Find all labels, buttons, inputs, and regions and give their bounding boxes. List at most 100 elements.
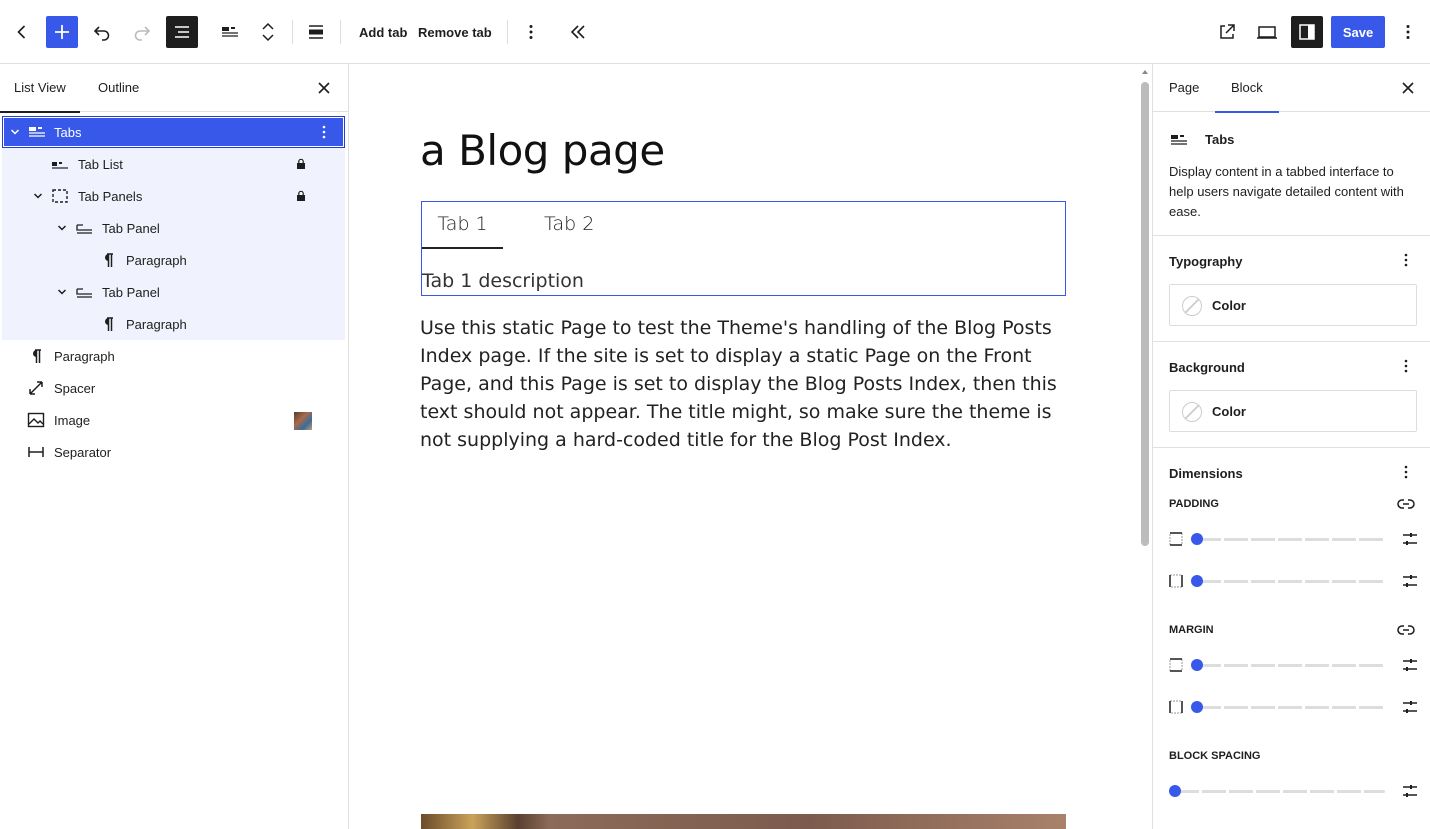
margin-label: MARGIN (1169, 624, 1214, 636)
block-options-button[interactable] (515, 16, 547, 48)
redo-button[interactable] (126, 16, 158, 48)
typography-panel: Typography Color (1153, 236, 1430, 342)
slider-knob[interactable] (1169, 785, 1181, 797)
tree-item-label: Tab Panel (102, 220, 160, 236)
slider-knob[interactable] (1191, 659, 1203, 671)
tree-item-tab-panel[interactable]: Tab Panel (2, 212, 345, 244)
canvas-tab-1[interactable]: Tab 1 (422, 202, 503, 249)
more-vertical-icon[interactable] (1398, 464, 1414, 480)
margin-horizontal-slider[interactable] (1169, 697, 1419, 717)
tree-item-tab-list[interactable]: Tab List (2, 148, 345, 180)
chevron-down-icon[interactable] (56, 222, 68, 234)
close-icon[interactable] (314, 78, 334, 98)
editor-toolbar: Add tab Remove tab Save (0, 0, 1430, 64)
more-vertical-icon[interactable] (1398, 358, 1414, 374)
slider-track[interactable] (1197, 538, 1385, 541)
collapse-toolbar-button[interactable] (562, 16, 594, 48)
custom-value-icon[interactable] (1401, 572, 1419, 590)
document-overview-button[interactable] (166, 16, 198, 48)
tree-item-paragraph[interactable]: Paragraph (0, 340, 349, 372)
slider-track[interactable] (1197, 580, 1385, 583)
custom-value-icon[interactable] (1401, 782, 1419, 800)
save-button[interactable]: Save (1331, 16, 1385, 48)
custom-value-icon[interactable] (1401, 698, 1419, 716)
tab-block[interactable]: Block (1215, 64, 1279, 113)
tree-item-label: Paragraph (126, 316, 187, 332)
settings-sidebar-toggle[interactable] (1291, 16, 1323, 48)
chevron-down-icon[interactable] (32, 190, 44, 202)
tree-item-paragraph[interactable]: Paragraph (2, 308, 345, 340)
tree-item-label: Tabs (54, 124, 82, 140)
plus-icon (55, 25, 69, 39)
block-type-button[interactable] (214, 16, 246, 48)
move-block-control[interactable] (256, 16, 280, 48)
desktop-icon (1257, 26, 1277, 39)
close-icon[interactable] (1398, 78, 1418, 98)
padding-vertical-slider[interactable] (1169, 529, 1419, 549)
slider-track[interactable] (1197, 706, 1385, 709)
toolbar-divider (507, 20, 508, 44)
tree-item-tab-panels[interactable]: Tab Panels (2, 180, 345, 212)
block-spacing-slider[interactable] (1169, 781, 1419, 801)
page-title[interactable]: a Blog page (420, 126, 665, 175)
tree-item-spacer[interactable]: Spacer (0, 372, 349, 404)
tab-outline[interactable]: Outline (84, 64, 153, 112)
tabs-block-icon (1171, 135, 1187, 145)
slider-track[interactable] (1197, 664, 1385, 667)
dimensions-panel: Dimensions PADDING MARGIN BLOCK SPACING (1153, 448, 1430, 829)
tab-panel-icon (74, 218, 94, 238)
tab-list-view[interactable]: List View (0, 64, 80, 113)
add-tab-button[interactable]: Add tab (359, 16, 407, 48)
view-page-button[interactable] (1211, 16, 1243, 48)
back-button[interactable] (6, 16, 38, 48)
block-description: Display content in a tabbed interface to… (1169, 164, 1404, 219)
list-view-panel: List View Outline Tabs Tab List Tab Pane… (0, 64, 349, 829)
link-sides-icon[interactable] (1396, 494, 1416, 514)
more-vertical-icon[interactable] (316, 124, 332, 140)
block-inserter-button[interactable] (46, 16, 78, 48)
color-label: Color (1212, 298, 1246, 313)
toolbar-divider (292, 20, 293, 44)
slider-knob[interactable] (1191, 533, 1203, 545)
tree-item-tabs[interactable]: Tabs (2, 116, 345, 148)
canvas-scrollbar[interactable] (1141, 82, 1149, 546)
options-button[interactable] (1398, 16, 1418, 48)
more-vertical-icon[interactable] (1398, 252, 1414, 268)
image-thumbnail (294, 412, 312, 430)
slider-knob[interactable] (1191, 575, 1203, 587)
chevron-down-icon[interactable] (56, 286, 68, 298)
undo-icon (93, 26, 110, 41)
tree-item-tab-panel[interactable]: Tab Panel (2, 276, 345, 308)
padding-horizontal-slider[interactable] (1169, 571, 1419, 591)
chevron-left-icon (17, 25, 26, 39)
image-block[interactable] (421, 814, 1066, 829)
canvas-tab-2[interactable]: Tab 2 (544, 202, 594, 249)
typography-color-control[interactable]: Color (1169, 284, 1417, 326)
tab-page[interactable]: Page (1153, 64, 1215, 112)
undo-button[interactable] (86, 16, 118, 48)
tree-item-paragraph[interactable]: Paragraph (2, 244, 345, 276)
scroll-up-icon[interactable] (1141, 68, 1149, 76)
margin-vertical-slider[interactable] (1169, 655, 1419, 675)
tab-description[interactable]: Tab 1 description (422, 270, 584, 292)
custom-value-icon[interactable] (1401, 656, 1419, 674)
link-sides-icon[interactable] (1396, 620, 1416, 640)
slider-track[interactable] (1175, 790, 1385, 793)
tab-list-icon (50, 154, 70, 174)
remove-tab-button[interactable]: Remove tab (418, 16, 492, 48)
chevron-down-icon[interactable] (9, 126, 21, 138)
preview-device-button[interactable] (1251, 16, 1283, 48)
image-icon (26, 410, 46, 430)
list-view-tree: Tabs Tab List Tab Panels Tab Panel Parag… (0, 116, 349, 468)
section-title: Typography (1169, 254, 1243, 269)
align-button[interactable] (300, 16, 332, 48)
background-color-control[interactable]: Color (1169, 390, 1417, 432)
block-name: Tabs (1205, 132, 1235, 147)
tree-item-image[interactable]: Image (0, 404, 349, 436)
slider-knob[interactable] (1191, 701, 1203, 713)
paragraph-block[interactable]: Use this static Page to test the Theme's… (420, 314, 1070, 454)
custom-value-icon[interactable] (1401, 530, 1419, 548)
tree-item-separator[interactable]: Separator (0, 436, 349, 468)
tree-item-label: Image (54, 412, 91, 428)
tabs-block[interactable]: Tab 1 Tab 2 Tab 1 description (421, 201, 1066, 296)
